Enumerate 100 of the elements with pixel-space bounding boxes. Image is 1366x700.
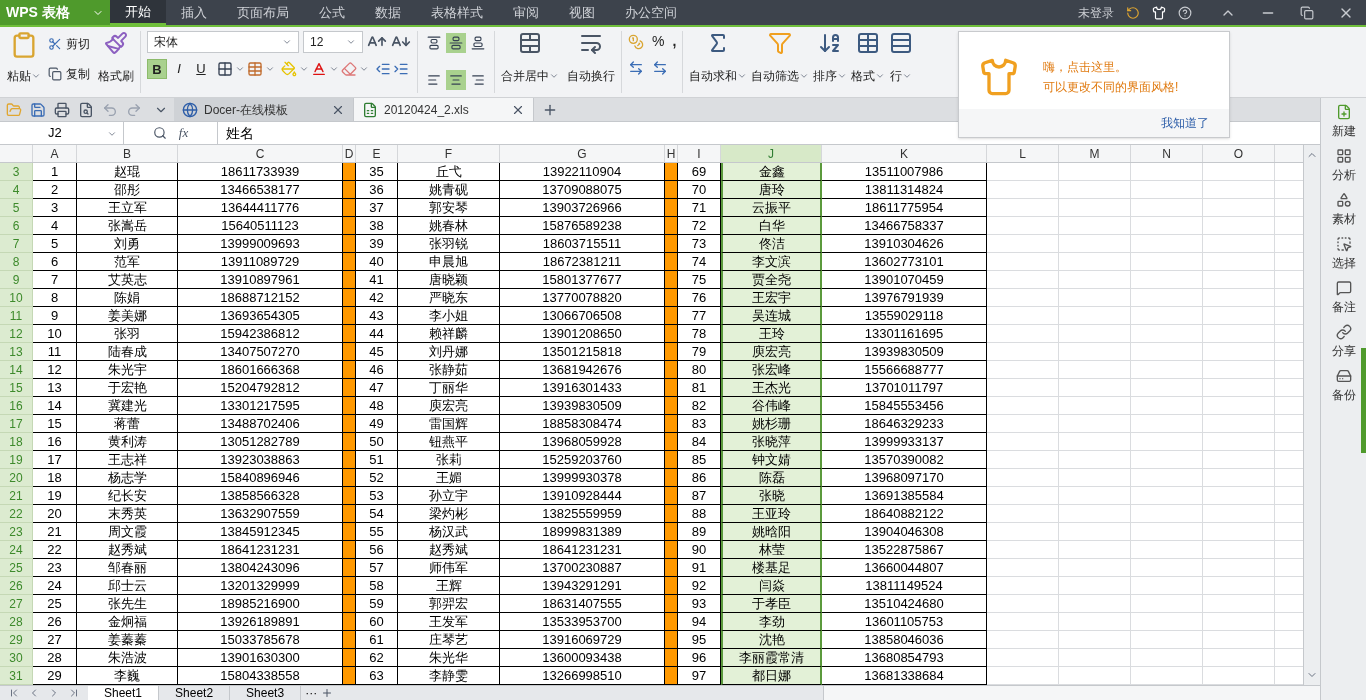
column-header[interactable]: N bbox=[1131, 145, 1203, 162]
side-panel-item[interactable]: 备份 bbox=[1331, 368, 1356, 404]
row-header[interactable]: 9 bbox=[0, 271, 33, 289]
menu-tab[interactable]: 插入 bbox=[166, 0, 222, 25]
row-header[interactable]: 31 bbox=[0, 667, 33, 685]
indent-icon[interactable] bbox=[393, 61, 409, 77]
column-header[interactable]: J bbox=[721, 145, 822, 162]
percent-button[interactable]: % bbox=[652, 31, 665, 52]
menu-tab[interactable]: 页面布局 bbox=[222, 0, 304, 25]
got-it-link[interactable]: 我知道了 bbox=[1161, 114, 1209, 132]
column-header[interactable]: B bbox=[77, 145, 178, 162]
menu-tab[interactable]: 公式 bbox=[304, 0, 360, 25]
clear-format-icon[interactable] bbox=[341, 61, 357, 77]
column-header[interactable]: D bbox=[343, 145, 356, 162]
row-header[interactable]: 30 bbox=[0, 649, 33, 667]
row-header[interactable]: 14 bbox=[0, 361, 33, 379]
merge-center-button[interactable]: 合并居中 bbox=[501, 31, 559, 97]
side-panel-item[interactable]: 选择 bbox=[1331, 236, 1356, 272]
borders-icon[interactable] bbox=[217, 61, 233, 77]
row-header[interactable]: 11 bbox=[0, 307, 33, 325]
column-header[interactable]: F bbox=[398, 145, 500, 162]
more-sheets-button[interactable]: ··· bbox=[301, 686, 322, 700]
save-icon[interactable] bbox=[30, 101, 46, 118]
document-tab[interactable]: 20120424_2.xls bbox=[354, 98, 534, 121]
paste-button[interactable]: 粘贴 bbox=[4, 31, 44, 97]
fill-color-icon[interactable] bbox=[281, 61, 297, 77]
font-name-select[interactable]: 宋体 bbox=[147, 31, 299, 53]
comma-button[interactable]: , bbox=[672, 31, 677, 52]
row-header[interactable]: 4 bbox=[0, 181, 33, 199]
column-header[interactable]: C bbox=[178, 145, 343, 162]
column-header[interactable]: A bbox=[33, 145, 77, 162]
skin-icon[interactable] bbox=[1152, 5, 1166, 20]
row-header[interactable]: 6 bbox=[0, 217, 33, 235]
row-header[interactable]: 15 bbox=[0, 379, 33, 397]
ribbon-tool-button[interactable]: 排序 bbox=[813, 31, 848, 97]
column-header[interactable]: E bbox=[356, 145, 398, 162]
column-header[interactable]: G bbox=[500, 145, 665, 162]
row-header[interactable]: 24 bbox=[0, 541, 33, 559]
side-panel-item[interactable]: 素材 bbox=[1331, 192, 1356, 228]
insert-function-button[interactable]: fx bbox=[178, 123, 189, 143]
column-header[interactable]: H bbox=[665, 145, 678, 162]
last-sheet-icon[interactable] bbox=[68, 687, 80, 699]
ribbon-tool-button[interactable]: 自动求和 bbox=[689, 31, 748, 97]
login-status[interactable]: 未登录 bbox=[1078, 3, 1114, 22]
side-panel-item[interactable]: 备注 bbox=[1331, 280, 1356, 316]
document-tab[interactable]: Docer-在线模板 bbox=[174, 98, 354, 121]
column-header[interactable]: O bbox=[1203, 145, 1275, 162]
row-header[interactable]: 3 bbox=[0, 163, 33, 181]
help-icon[interactable] bbox=[1178, 5, 1192, 20]
copy-button[interactable]: 复制 bbox=[48, 65, 90, 83]
row-header[interactable]: 10 bbox=[0, 289, 33, 307]
panel-toggle-handle[interactable] bbox=[1361, 348, 1366, 453]
row-header[interactable]: 18 bbox=[0, 433, 33, 451]
menu-tab[interactable]: 数据 bbox=[360, 0, 416, 25]
restore-icon[interactable] bbox=[1300, 5, 1314, 20]
font-style-button[interactable]: B bbox=[147, 59, 167, 79]
font-style-button[interactable]: U bbox=[191, 59, 211, 79]
font-color-icon[interactable] bbox=[311, 61, 327, 77]
wrap-text-button[interactable]: 自动换行 bbox=[567, 31, 615, 97]
ribbon-tool-button[interactable]: 行 bbox=[889, 31, 914, 97]
cell-style-icon[interactable] bbox=[247, 61, 263, 77]
menu-tab[interactable]: 办公空间 bbox=[610, 0, 692, 25]
row-header[interactable]: 23 bbox=[0, 523, 33, 541]
align-button[interactable] bbox=[446, 33, 466, 53]
sheet-tab[interactable]: Sheet1 bbox=[88, 686, 160, 700]
font-size-select[interactable]: 12 bbox=[303, 31, 363, 53]
print-icon[interactable] bbox=[54, 101, 70, 118]
row-header[interactable]: 25 bbox=[0, 559, 33, 577]
outdent-icon[interactable] bbox=[375, 61, 391, 77]
print-preview-icon[interactable] bbox=[78, 101, 94, 118]
ribbon-tool-button[interactable]: 格式 bbox=[851, 31, 886, 97]
menu-tab[interactable]: 表格样式 bbox=[416, 0, 498, 25]
sync-icon[interactable] bbox=[1126, 5, 1140, 20]
app-menu-button[interactable]: WPS 表格 bbox=[0, 0, 110, 25]
name-box[interactable]: J2 bbox=[0, 122, 124, 144]
row-header[interactable]: 26 bbox=[0, 577, 33, 595]
row-header[interactable]: 29 bbox=[0, 631, 33, 649]
horizontal-scrollbar[interactable] bbox=[823, 686, 1320, 700]
formula-field[interactable]: 姓名 bbox=[218, 122, 956, 144]
side-panel-item[interactable]: 分析 bbox=[1331, 148, 1356, 184]
ribbon-tool-button[interactable]: 自动筛选 bbox=[751, 31, 810, 97]
row-header[interactable]: 16 bbox=[0, 397, 33, 415]
row-header[interactable]: 19 bbox=[0, 451, 33, 469]
menu-tab[interactable]: 开始 bbox=[110, 0, 166, 25]
column-header[interactable]: L bbox=[987, 145, 1059, 162]
format-painter-button[interactable]: 格式刷 bbox=[98, 31, 134, 97]
row-header[interactable]: 22 bbox=[0, 505, 33, 523]
first-sheet-icon[interactable] bbox=[8, 687, 20, 699]
side-panel-item[interactable]: 分享 bbox=[1331, 324, 1356, 360]
row-header[interactable]: 13 bbox=[0, 343, 33, 361]
menu-tab[interactable]: 视图 bbox=[554, 0, 610, 25]
row-header[interactable]: 20 bbox=[0, 469, 33, 487]
menu-tab[interactable]: 审阅 bbox=[498, 0, 554, 25]
search-icon[interactable] bbox=[152, 126, 167, 140]
row-header[interactable]: 28 bbox=[0, 613, 33, 631]
add-sheet-icon[interactable] bbox=[321, 687, 334, 699]
row-header[interactable]: 21 bbox=[0, 487, 33, 505]
column-header[interactable]: M bbox=[1059, 145, 1131, 162]
column-header[interactable]: K bbox=[822, 145, 987, 162]
cut-button[interactable]: 剪切 bbox=[48, 35, 90, 53]
